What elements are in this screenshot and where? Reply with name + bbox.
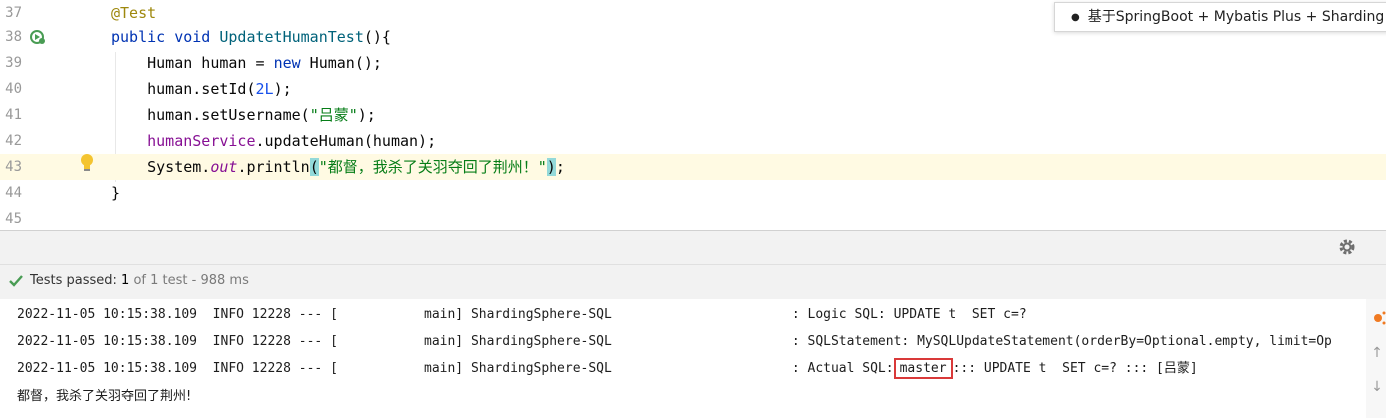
code-line-45[interactable]: 45 <box>0 206 1386 232</box>
log-line: 2022-11-05 10:15:38.109 INFO 12228 --- [… <box>17 307 1027 322</box>
spinner-icon <box>1374 311 1386 325</box>
lightbulb-icon[interactable] <box>79 153 95 173</box>
line-number: 44 <box>5 185 22 201</box>
tooltip-text: 基于SpringBoot + Mybatis Plus + Sharding <box>1087 9 1385 25</box>
console-output[interactable]: 2022-11-05 10:15:38.109 INFO 12228 --- [… <box>0 299 1366 418</box>
code-line-43[interactable]: 43 System.out.println("都督，我杀了关羽夺回了荆州！"); <box>0 154 1386 180</box>
test-status-bar: Tests passed: 1 of 1 test - 988 ms <box>0 264 1386 300</box>
run-test-icon[interactable] <box>29 28 47 46</box>
code-editor[interactable]: 37 @Test 38 public void UpdatetHumanTest… <box>0 0 1386 230</box>
code-line-44[interactable]: 44 } <box>0 180 1386 206</box>
line-number: 42 <box>5 133 22 149</box>
highlight-box-master: master <box>893 358 953 379</box>
scroll-down-icon[interactable]: ↓ <box>1370 379 1384 395</box>
line-number: 39 <box>5 55 22 71</box>
code-line-42[interactable]: 42 humanService.updateHuman(human); <box>0 128 1386 154</box>
tooltip-popup: ● 基于SpringBoot + Mybatis Plus + Sharding <box>1054 2 1386 32</box>
method-name: UpdatetHumanTest <box>219 28 364 46</box>
line-number: 40 <box>5 81 22 97</box>
code-line-41[interactable]: 41 human.setUsername("吕蒙"); <box>0 102 1386 128</box>
line-number: 41 <box>5 107 22 123</box>
run-toolbar <box>0 231 1386 264</box>
gear-icon[interactable] <box>1337 237 1357 257</box>
test-status-text: Tests passed: 1 of 1 test - 988 ms <box>30 273 249 288</box>
annotation-test: @Test <box>111 4 157 22</box>
check-icon <box>9 275 23 287</box>
code-line-39[interactable]: 39 Human human = new Human(); <box>0 50 1386 76</box>
line-number: 45 <box>5 211 22 227</box>
line-number: 38 <box>5 29 22 45</box>
line-number: 43 <box>5 159 22 175</box>
code-line-40[interactable]: 40 human.setId(2L); <box>0 76 1386 102</box>
log-line: 2022-11-05 10:15:38.109 INFO 12228 --- [… <box>17 355 1198 382</box>
scroll-up-icon[interactable]: ↑ <box>1370 345 1384 361</box>
bullet-icon: ● <box>1071 12 1080 23</box>
println-output: 都督，我杀了关羽夺回了荆州! <box>17 389 192 404</box>
log-line: 2022-11-05 10:15:38.109 INFO 12228 --- [… <box>17 334 1332 349</box>
line-number: 37 <box>5 5 22 21</box>
